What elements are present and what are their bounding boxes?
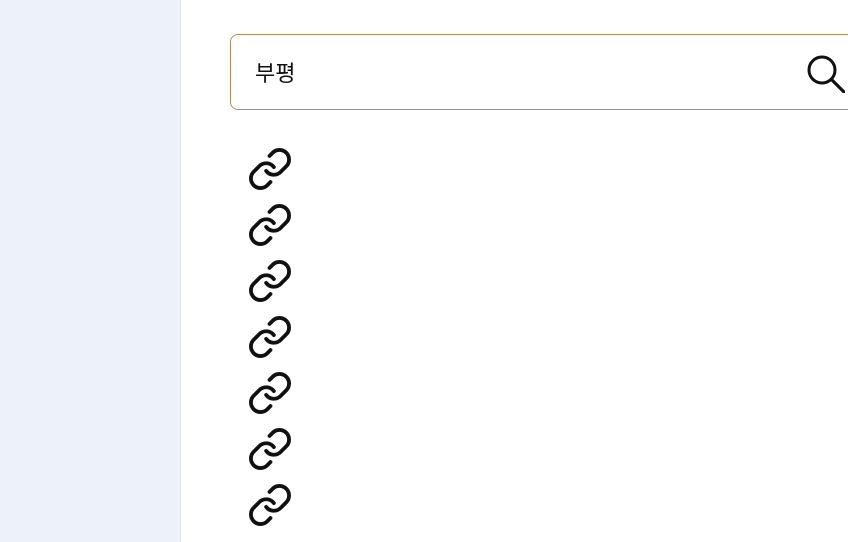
result-item[interactable] [247, 482, 293, 538]
search-input[interactable] [255, 35, 775, 108]
search-icon[interactable] [805, 53, 845, 93]
link-icon[interactable] [247, 370, 293, 416]
link-icon[interactable] [247, 146, 293, 192]
link-icon[interactable] [247, 314, 293, 360]
link-icon[interactable] [247, 202, 293, 248]
result-item[interactable] [247, 426, 293, 482]
search-box[interactable] [230, 34, 848, 110]
link-icon[interactable] [247, 482, 293, 528]
result-item[interactable] [247, 202, 293, 258]
page [0, 0, 848, 542]
result-item[interactable] [247, 314, 293, 370]
results-list [247, 146, 293, 538]
link-icon[interactable] [247, 426, 293, 472]
result-item[interactable] [247, 370, 293, 426]
result-item[interactable] [247, 146, 293, 202]
link-icon[interactable] [247, 258, 293, 304]
result-item[interactable] [247, 258, 293, 314]
main-content [181, 0, 848, 542]
sidebar [0, 0, 181, 542]
